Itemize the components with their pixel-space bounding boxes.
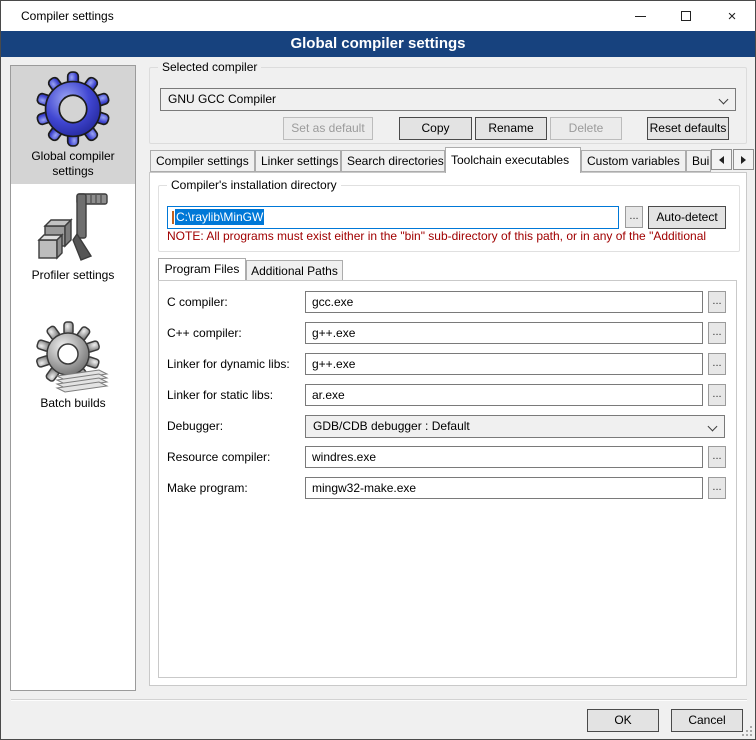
chevron-down-icon: [708, 422, 718, 432]
program-files-panel: C compiler: ... C++ compiler: ... Linker…: [158, 280, 737, 678]
installation-directory-group-label: Compiler's installation directory: [167, 178, 341, 193]
tab-compiler-settings[interactable]: Compiler settings: [150, 150, 255, 172]
maximize-button[interactable]: [663, 1, 709, 31]
linker-static-browse-button[interactable]: ...: [708, 384, 726, 406]
close-icon: ×: [728, 9, 737, 24]
tab-linker-settings[interactable]: Linker settings: [255, 150, 341, 172]
resource-compiler-input[interactable]: [305, 446, 703, 468]
make-program-browse-button[interactable]: ...: [708, 477, 726, 499]
make-program-input[interactable]: [305, 477, 703, 499]
minimize-icon: [635, 16, 646, 17]
blue-gear-icon: [35, 69, 111, 149]
linker-dynamic-label: Linker for dynamic libs:: [167, 353, 290, 375]
arrow-left-icon: [719, 156, 724, 164]
minimize-button[interactable]: [617, 1, 663, 31]
linker-dynamic-browse-button[interactable]: ...: [708, 353, 726, 375]
copy-button[interactable]: Copy: [399, 117, 472, 140]
tab-scroll-right-button[interactable]: [733, 149, 754, 170]
selected-compiler-group-label: Selected compiler: [158, 60, 261, 75]
toolchain-executables-page: Compiler's installation directory C:\ray…: [149, 172, 747, 686]
ok-button[interactable]: OK: [587, 709, 659, 732]
sidebar-item-label: Profiler settings: [11, 268, 135, 283]
sidebar-item-profiler-settings[interactable]: Profiler settings: [11, 188, 135, 292]
tab-toolchain-executables[interactable]: Toolchain executables: [445, 147, 581, 173]
cpp-compiler-label: C++ compiler:: [167, 322, 242, 344]
linker-static-label: Linker for static libs:: [167, 384, 273, 406]
rename-button[interactable]: Rename: [475, 117, 547, 140]
installation-directory-input[interactable]: C:\raylib\MinGW: [167, 206, 619, 229]
selected-compiler-dropdown[interactable]: GNU GCC Compiler: [160, 88, 736, 111]
compiler-settings-dialog: Compiler settings × Global compiler sett…: [0, 0, 756, 740]
page-title: Global compiler settings: [1, 31, 755, 57]
selected-compiler-value: GNU GCC Compiler: [168, 92, 276, 106]
cpp-compiler-browse-button[interactable]: ...: [708, 322, 726, 344]
cancel-button[interactable]: Cancel: [671, 709, 743, 732]
bin-subdirectory-note: NOTE: All programs must exist either in …: [167, 229, 741, 243]
caliper-icon: [33, 190, 113, 268]
c-compiler-label: C compiler:: [167, 291, 228, 313]
chevron-down-icon: [719, 95, 729, 105]
make-program-label: Make program:: [167, 477, 248, 499]
tab-scroll-left-button[interactable]: [711, 149, 732, 170]
sidebar-item-label: Global compiler settings: [11, 149, 135, 179]
selected-compiler-group: Selected compiler GNU GCC Compiler Set a…: [149, 67, 747, 144]
debugger-value: GDB/CDB debugger : Default: [313, 419, 470, 433]
sidebar-item-batch-builds[interactable]: Batch builds: [11, 318, 135, 418]
gray-gear-stack-icon: [33, 320, 113, 396]
debugger-dropdown[interactable]: GDB/CDB debugger : Default: [305, 415, 725, 438]
resize-grip-icon[interactable]: [742, 726, 752, 736]
installation-directory-group: Compiler's installation directory C:\ray…: [158, 185, 740, 252]
auto-detect-button[interactable]: Auto-detect: [648, 206, 726, 229]
linker-static-input[interactable]: [305, 384, 703, 406]
delete-button[interactable]: Delete: [550, 117, 622, 140]
tab-build-options[interactable]: Build: [686, 150, 711, 172]
reset-defaults-button[interactable]: Reset defaults: [647, 117, 729, 140]
maximize-icon: [681, 11, 691, 21]
footer-divider: [11, 699, 747, 701]
linker-dynamic-input[interactable]: [305, 353, 703, 375]
sidebar-item-global-compiler-settings[interactable]: Global compiler settings: [11, 66, 135, 184]
sidebar-item-label: Batch builds: [11, 396, 135, 411]
c-compiler-browse-button[interactable]: ...: [708, 291, 726, 313]
title-bar: Compiler settings ×: [1, 1, 755, 31]
settings-category-sidebar: Global compiler settings Profiler settin…: [10, 65, 136, 691]
set-as-default-button[interactable]: Set as default: [283, 117, 373, 140]
subtab-program-files[interactable]: Program Files: [158, 258, 246, 280]
c-compiler-input[interactable]: [305, 291, 703, 313]
tab-search-directories[interactable]: Search directories: [341, 150, 445, 172]
cpp-compiler-input[interactable]: [305, 322, 703, 344]
installation-directory-browse-button[interactable]: ...: [625, 206, 643, 228]
resource-compiler-label: Resource compiler:: [167, 446, 270, 468]
installation-directory-value: C:\raylib\MinGW: [175, 209, 264, 225]
close-button[interactable]: ×: [709, 1, 755, 31]
debugger-label: Debugger:: [167, 415, 223, 437]
text-caret: [172, 211, 174, 224]
resource-compiler-browse-button[interactable]: ...: [708, 446, 726, 468]
tab-custom-variables[interactable]: Custom variables: [581, 150, 686, 172]
window-title: Compiler settings: [21, 1, 114, 31]
subtab-additional-paths[interactable]: Additional Paths: [246, 260, 343, 282]
arrow-right-icon: [741, 156, 746, 164]
